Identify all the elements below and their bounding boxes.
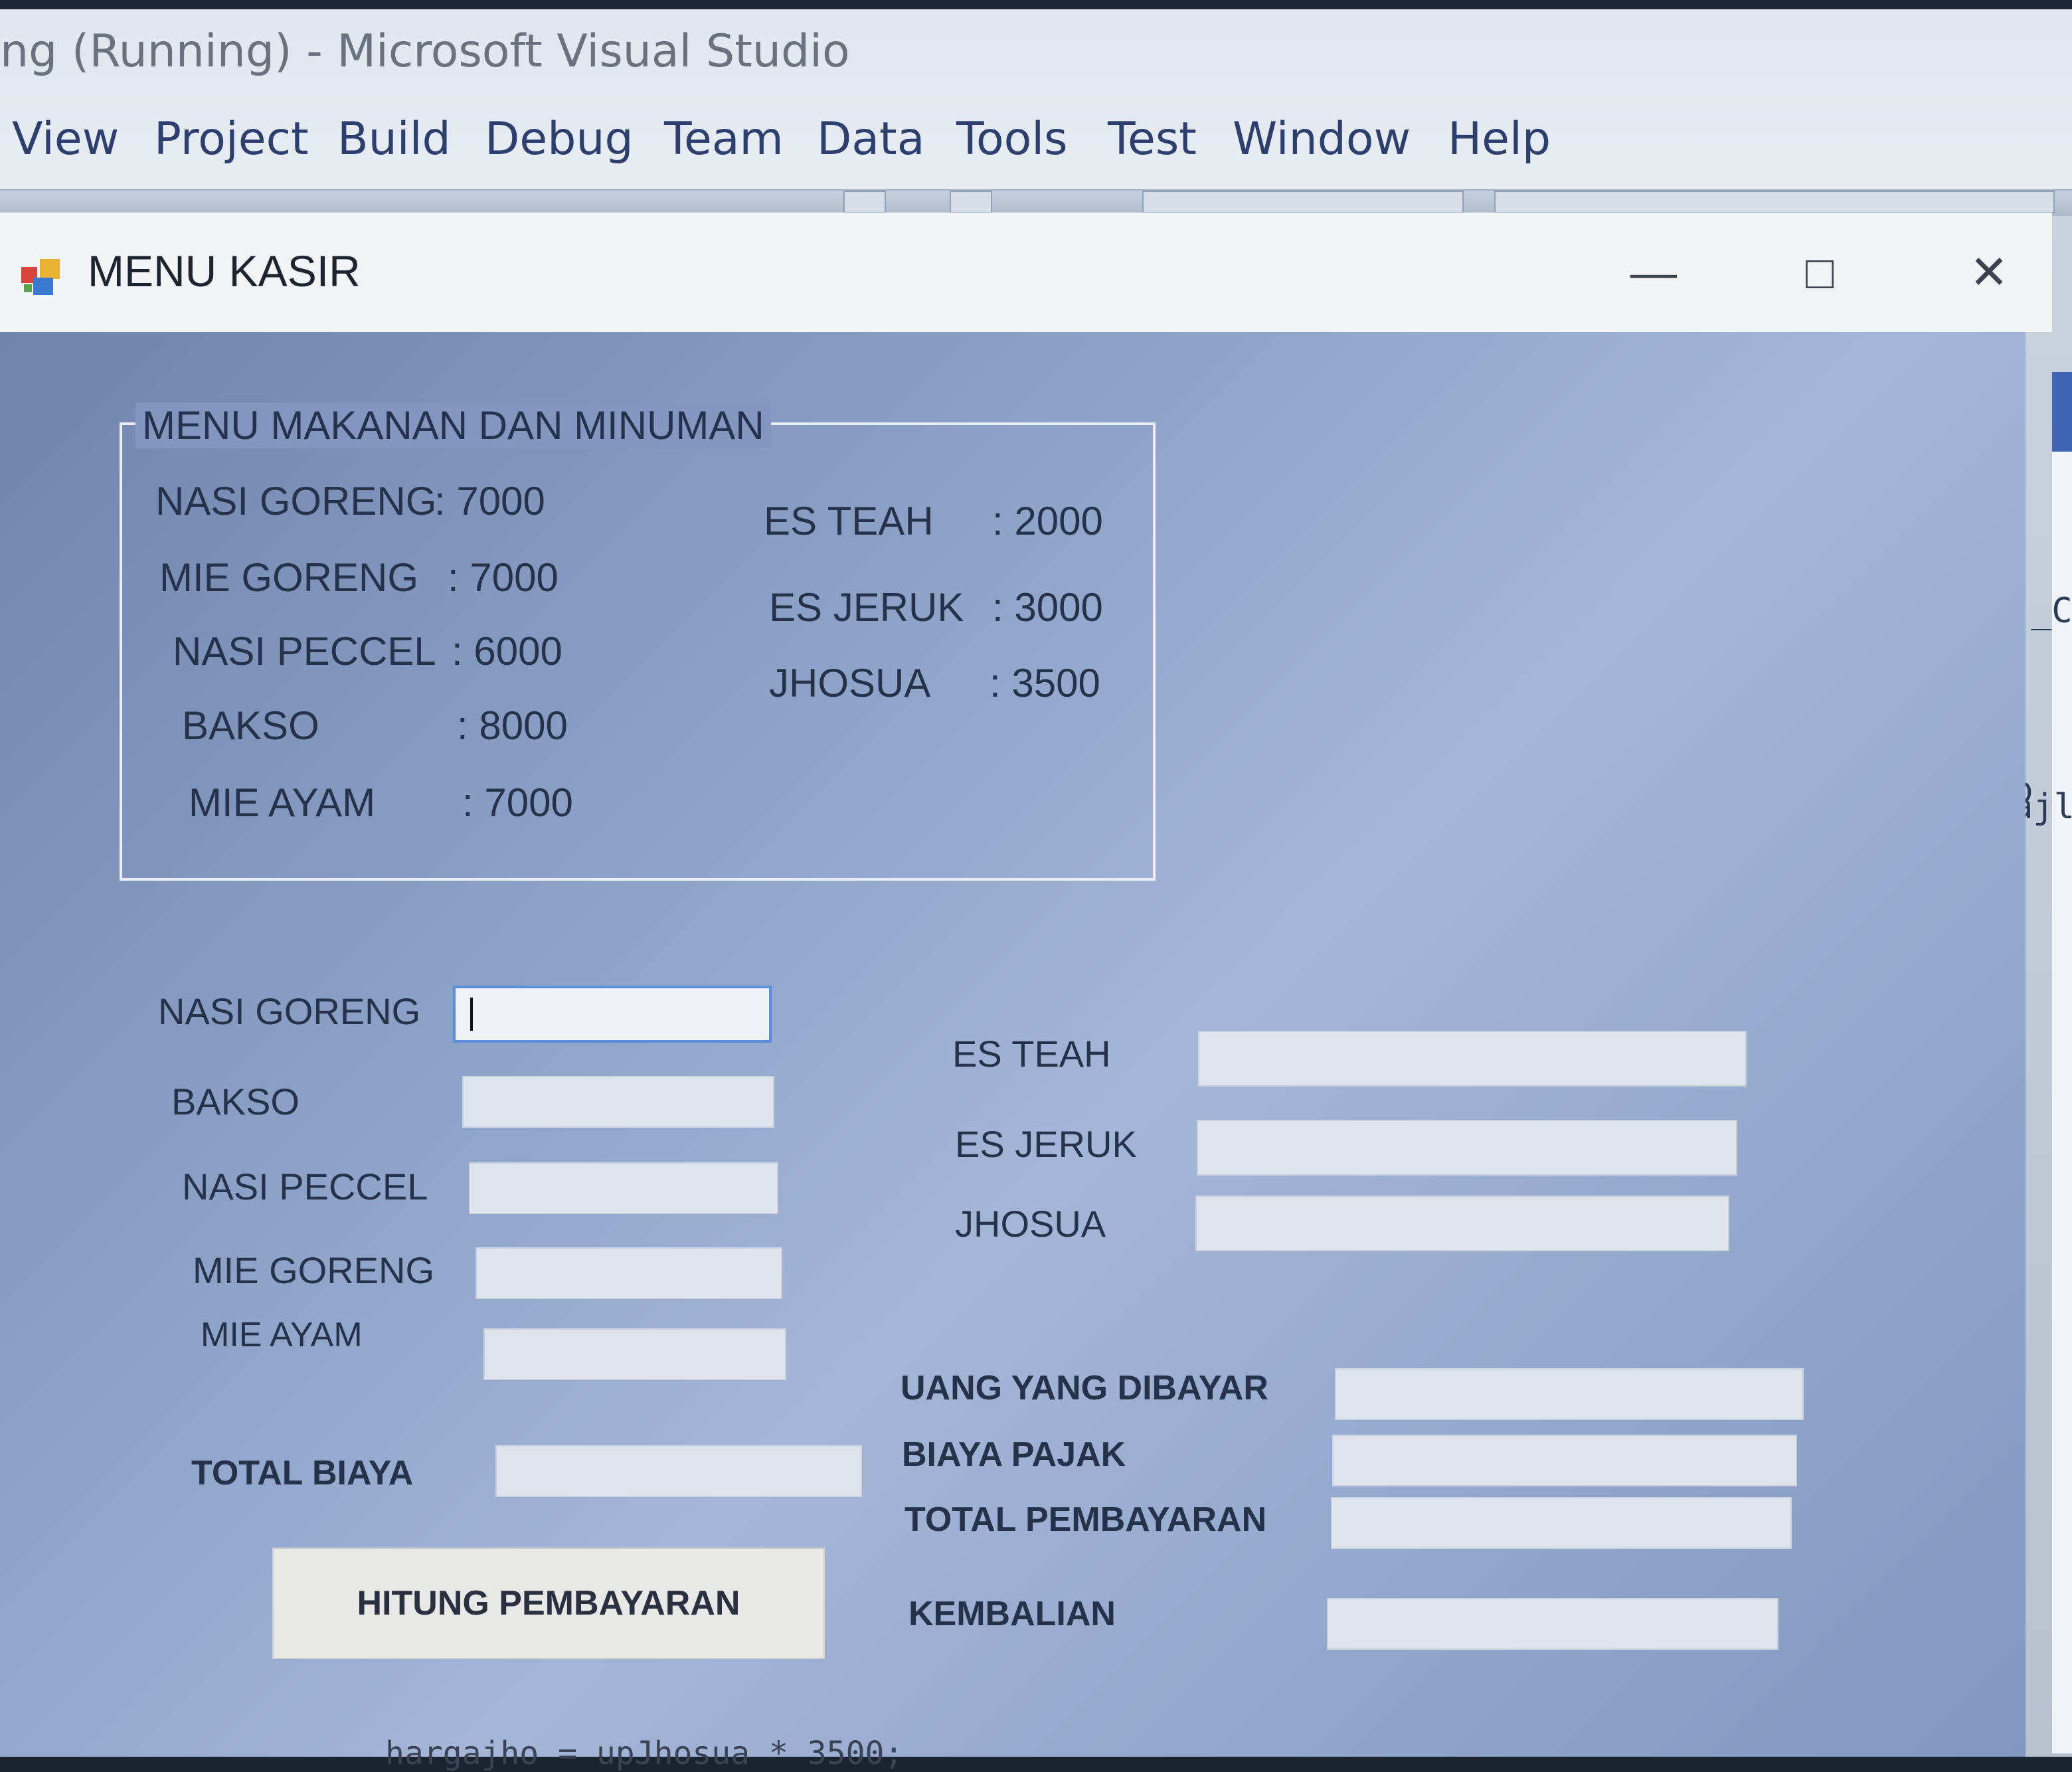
- menu-project[interactable]: Project: [154, 113, 309, 165]
- close-icon: ✕: [1969, 246, 2009, 298]
- form-body: MENU MAKANAN DAN MINUMAN NASI GORENG : 7…: [0, 332, 2026, 1772]
- label-kembalian: KEMBALIAN: [908, 1595, 1116, 1633]
- uang-dibayar-input[interactable]: [1335, 1368, 1804, 1420]
- mie-goreng-input[interactable]: [475, 1247, 782, 1299]
- maximize-icon: □: [1805, 246, 1834, 298]
- minimize-button[interactable]: —: [1614, 239, 1693, 306]
- label-biaya-pajak: BIAYA PAJAK: [902, 1435, 1126, 1474]
- label-mie-ayam: MIE AYAM: [201, 1316, 363, 1354]
- label-mie-goreng: MIE GORENG: [193, 1249, 435, 1291]
- vs-toolbar: [0, 189, 2072, 216]
- form-title-bar[interactable]: MENU KASIR — □ ✕: [0, 213, 2052, 332]
- biaya-pajak-field[interactable]: [1332, 1435, 1797, 1486]
- hitung-pembayaran-button[interactable]: HITUNG PEMBAYARAN: [272, 1548, 825, 1659]
- menu-food-name: MIE GORENG: [159, 555, 419, 600]
- menu-food-name: BAKSO: [182, 703, 319, 748]
- app-icon: [21, 259, 60, 295]
- menu-food-price: : 7000: [434, 479, 545, 523]
- label-jhosua: JHOSUA: [955, 1203, 1106, 1245]
- total-pembayaran-field[interactable]: [1331, 1497, 1792, 1549]
- menu-view[interactable]: View: [12, 113, 119, 165]
- menu-window[interactable]: Window: [1233, 113, 1411, 165]
- menu-drink-name: ES TEAH: [764, 499, 934, 543]
- form-title: MENU KASIR: [88, 246, 361, 296]
- hitung-pembayaran-label: HITUNG PEMBAYARAN: [357, 1584, 740, 1623]
- menu-food-name: NASI PECCEL: [173, 629, 436, 673]
- label-nasi-goreng: NASI GORENG: [158, 990, 421, 1032]
- es-teah-input[interactable]: [1198, 1031, 1747, 1087]
- menu-team[interactable]: Team: [664, 113, 784, 165]
- es-jeruk-input[interactable]: [1197, 1120, 1737, 1176]
- editor-right-tab: [2052, 372, 2072, 452]
- close-button[interactable]: ✕: [1949, 239, 2029, 306]
- label-nasi-peccel: NASI PECCEL: [182, 1166, 428, 1207]
- menu-food-price: : 8000: [457, 703, 568, 748]
- menu-drink-name: ES JERUK: [769, 585, 964, 630]
- toolbar-dropdown[interactable]: [1142, 191, 1464, 213]
- code-fragment-behind: hargajho = upJhosua * 3500;: [385, 1735, 904, 1772]
- toolbar-icon[interactable]: [950, 191, 992, 213]
- menu-food-price: : 7000: [462, 780, 573, 825]
- menu-food-price: : 6000: [452, 629, 562, 673]
- menu-kasir-window: MENU KASIR — □ ✕ MENU MAKANAN DAN MINUMA…: [0, 213, 2052, 1772]
- text-caret: [470, 998, 473, 1031]
- menu-drink-name: JHOSUA: [769, 661, 931, 705]
- menu-drink-price: : 3000: [992, 585, 1103, 630]
- label-total-biaya: TOTAL BIAYA: [191, 1454, 414, 1492]
- menu-help[interactable]: Help: [1448, 113, 1551, 165]
- jhosua-input[interactable]: [1195, 1196, 1729, 1251]
- label-total-pembayaran: TOTAL PEMBAYARAN: [905, 1500, 1267, 1539]
- toolbar-dropdown[interactable]: [1494, 191, 2055, 213]
- screen-top-edge: [0, 0, 2072, 9]
- maximize-button[interactable]: □: [1780, 239, 1859, 306]
- menu-tools[interactable]: Tools: [956, 113, 1068, 165]
- label-es-jeruk: ES JERUK: [955, 1123, 1137, 1165]
- nasi-goreng-input[interactable]: [453, 986, 772, 1043]
- vs-window-title: ng (Running) - Microsoft Visual Studio: [0, 25, 850, 78]
- nasi-peccel-input[interactable]: [469, 1162, 778, 1214]
- menu-drink-price: : 2000: [992, 499, 1103, 543]
- menu-food-price: : 7000: [448, 555, 559, 600]
- groupbox-title: MENU MAKANAN DAN MINUMAN: [135, 402, 771, 448]
- menu-food-name: NASI GORENG: [155, 479, 437, 523]
- menu-data[interactable]: Data: [817, 113, 924, 165]
- bakso-input[interactable]: [462, 1076, 774, 1128]
- minimize-icon: —: [1630, 246, 1677, 298]
- label-bakso: BAKSO: [171, 1081, 300, 1122]
- toolbar-icon[interactable]: [843, 191, 886, 213]
- menu-build[interactable]: Build: [337, 113, 451, 165]
- menu-debug[interactable]: Debug: [485, 113, 634, 165]
- label-es-teah: ES TEAH: [952, 1033, 1111, 1075]
- editor-right-edge: [2052, 452, 2072, 1753]
- kembalian-field[interactable]: [1327, 1598, 1778, 1650]
- menu-groupbox: MENU MAKANAN DAN MINUMAN NASI GORENG : 7…: [120, 402, 1156, 881]
- menu-test[interactable]: Test: [1108, 113, 1197, 165]
- label-uang-yang-dibayar: UANG YANG DIBAYAR: [901, 1369, 1268, 1407]
- vs-menu-bar: View Project Build Debug Team Data Tools…: [0, 100, 2072, 186]
- mie-ayam-input[interactable]: [483, 1328, 786, 1380]
- total-biaya-field[interactable]: [495, 1445, 862, 1497]
- menu-food-name: MIE AYAM: [189, 780, 376, 825]
- menu-drink-price: : 3500: [990, 661, 1100, 705]
